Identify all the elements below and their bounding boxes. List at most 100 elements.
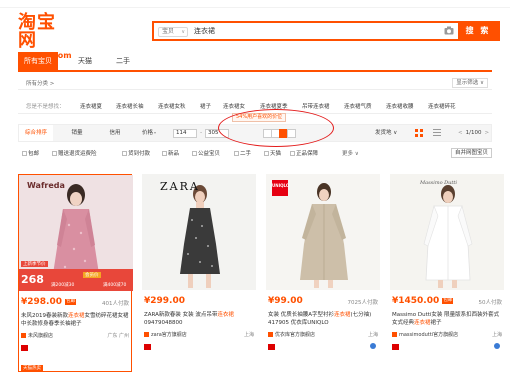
tmall-icon	[21, 345, 28, 351]
product-title[interactable]: 女装 优质长袖腰A字型衬衫连衣裙(七分袖) 417905 优衣库UNIQLO	[268, 311, 378, 327]
filter-more-button[interactable]: 更多 ∨	[342, 149, 359, 157]
keyword-link[interactable]: 连衣裙夏	[80, 102, 102, 110]
shop-link[interactable]: 优衣库官方旗舰店	[268, 331, 315, 338]
keyword-link[interactable]: 连衣裙夏季	[260, 102, 288, 110]
filter-label: 正品保障	[296, 151, 319, 157]
filter-label: 赠送退货运费险	[58, 151, 97, 157]
keyword-link[interactable]: 连衣裙气质	[344, 102, 372, 110]
show-filter-button[interactable]: 显示筛选 ∨	[452, 78, 488, 88]
title-highlight: 连衣裙	[334, 312, 351, 318]
tab-all-items[interactable]: 所有宝贝	[18, 52, 58, 70]
product-image[interactable]: Massimo Dutti	[390, 174, 504, 290]
keyword-link[interactable]: 连衣裙长袖	[116, 102, 144, 110]
taobao-logo[interactable]: 淘宝网 Taobao.com	[18, 14, 74, 61]
filter-secondhand[interactable]: 二手	[234, 149, 251, 157]
checkbox-icon	[264, 151, 269, 156]
product-price: ¥299.00	[144, 296, 185, 306]
product-image[interactable]: Wafreda 上新季节价 268 满200减30 会员价 满400减70	[19, 175, 133, 291]
sort-price[interactable]: 价格▾	[137, 125, 161, 141]
all-categories-link[interactable]: 所有分类 >	[26, 79, 54, 87]
search-input[interactable]	[194, 26, 394, 36]
tmall-icon	[144, 344, 151, 350]
shop-name: zara官方旗舰店	[151, 332, 187, 338]
filter-label: 货到付款	[128, 151, 151, 157]
sort-bar: 综合排序 销量 信用 价格▾ 114 - 305 发货地 ∨ <1/100 >	[18, 124, 492, 142]
price-distribution-bars	[263, 129, 303, 138]
product-card[interactable]: Wafreda 上新季节价 268 满200减30 会员价 满400减70 ¥2…	[18, 174, 133, 372]
keyword-link[interactable]: 连衣裙女秋	[158, 102, 186, 110]
tab-secondhand[interactable]: 二手	[108, 52, 138, 70]
sort-credit[interactable]: 信用	[101, 125, 129, 141]
next-page-button[interactable]: >	[484, 130, 489, 136]
title-text: ZARA新款春装 女装 波点吊带	[144, 312, 218, 318]
sort-default[interactable]: 综合排序	[19, 125, 53, 141]
promo-text: 上新季节价	[21, 261, 48, 267]
promo-price: 268	[21, 273, 44, 286]
price-max-input[interactable]: 305	[205, 129, 229, 138]
title-text: 09479048800	[144, 320, 183, 326]
filter-tmall[interactable]: 天猫	[264, 149, 281, 157]
price-value: ¥299.00	[144, 296, 185, 306]
camera-icon[interactable]	[444, 26, 454, 35]
sort-price-label: 价格	[141, 130, 153, 136]
grid-view-icon[interactable]	[415, 129, 423, 137]
filter-label: 二手	[240, 151, 252, 157]
national-same-item-button[interactable]: 自并网图宝贝	[450, 148, 492, 158]
price-range-bar[interactable]	[287, 129, 296, 138]
product-card[interactable]: ZARA ¥299.00 ZARA新款春装 女装 波点吊带连衣裙 0947904…	[142, 174, 256, 372]
sort-sales[interactable]: 销量	[63, 125, 91, 141]
product-card[interactable]: UNIQLO ¥99.00 7025人付款 女装 优质长袖腰A字型衬衫连衣裙(七…	[266, 174, 380, 372]
search-bar: 宝贝 ∨ 搜 索	[152, 21, 500, 41]
shop-icon	[144, 332, 149, 337]
filter-charity[interactable]: 公益宝贝	[192, 149, 220, 157]
checkbox-icon	[290, 151, 295, 156]
price-min-input[interactable]: 114	[173, 129, 197, 138]
free-shipping-tag: 包邮	[65, 298, 77, 305]
shop-link[interactable]: zara官方旗舰店	[144, 331, 187, 338]
shop-link[interactable]: massimodutti官方旗舰店	[392, 331, 458, 338]
filter-row: 包邮 赠送退货运费险 货到付款 新品 公益宝贝 二手 天猫 正品保障 更多 ∨ …	[18, 146, 492, 160]
promo-text: 满200减30	[51, 283, 75, 288]
title-highlight: 连衣裙	[414, 320, 431, 326]
filter-authentic[interactable]: 正品保障	[290, 149, 318, 157]
sold-count: 50人付款	[478, 300, 503, 306]
keyword-link[interactable]: 吊带连衣裙	[302, 102, 330, 110]
keyword-link[interactable]: 连衣裙收腰	[386, 102, 414, 110]
keyword-link[interactable]: 裙子	[200, 102, 211, 110]
filter-cod[interactable]: 货到付款	[122, 149, 150, 157]
list-view-icon[interactable]	[433, 129, 441, 137]
shop-name: massimodutti官方旗舰店	[399, 332, 459, 338]
product-image[interactable]: ZARA	[142, 174, 256, 290]
promo-text: 满400减70	[103, 283, 127, 288]
product-title[interactable]: 未风2019春装新款连衣裙女雪纺碎花裙女裙中长款修身春季长袖裙子	[21, 312, 131, 328]
brand-logo: UNIQLO	[272, 180, 289, 196]
checkbox-icon	[122, 151, 127, 156]
wangwang-chat-icon[interactable]	[370, 343, 376, 349]
keyword-link[interactable]: 连衣裙女	[223, 102, 245, 110]
checkbox-icon	[52, 151, 57, 156]
tmall-icon	[268, 344, 275, 350]
keyword-link[interactable]: 连衣裙碎花	[428, 102, 456, 110]
product-card[interactable]: Massimo Dutti ¥1450.00 包邮 50人付款 Massimo …	[390, 174, 504, 372]
filter-free-shipping[interactable]: 包邮	[22, 149, 39, 157]
shop-icon	[392, 332, 397, 337]
filter-new[interactable]: 新品	[162, 149, 179, 157]
search-scope-label: 宝贝	[162, 28, 175, 35]
product-price: ¥298.00 包邮	[21, 297, 77, 307]
tab-tmall[interactable]: 天猫	[70, 52, 100, 70]
filter-return-insurance[interactable]: 赠送退货运费险	[52, 149, 97, 157]
product-title[interactable]: ZARA新款春装 女装 波点吊带连衣裙 09479048800	[144, 311, 254, 327]
title-text: 未风2019春装新款	[21, 313, 68, 319]
product-image[interactable]: UNIQLO	[266, 174, 380, 290]
brand-logo: Massimo Dutti	[420, 180, 458, 186]
page-indicator: 1/100	[465, 130, 482, 136]
ship-from-select[interactable]: 发货地 ∨	[375, 125, 397, 141]
wangwang-chat-icon[interactable]	[494, 343, 500, 349]
price-value: ¥99.00	[268, 296, 303, 306]
search-button[interactable]: 搜 索	[458, 23, 498, 39]
search-scope-select[interactable]: 宝贝 ∨	[158, 27, 188, 37]
shop-link[interactable]: 未风旗舰店	[21, 332, 53, 339]
prev-page-button[interactable]: <	[458, 130, 463, 136]
product-title[interactable]: Massimo Dutti女装 限量版系扣西装外套式女式经典连衣裙裙子	[392, 311, 502, 327]
location: 上海	[491, 332, 502, 338]
